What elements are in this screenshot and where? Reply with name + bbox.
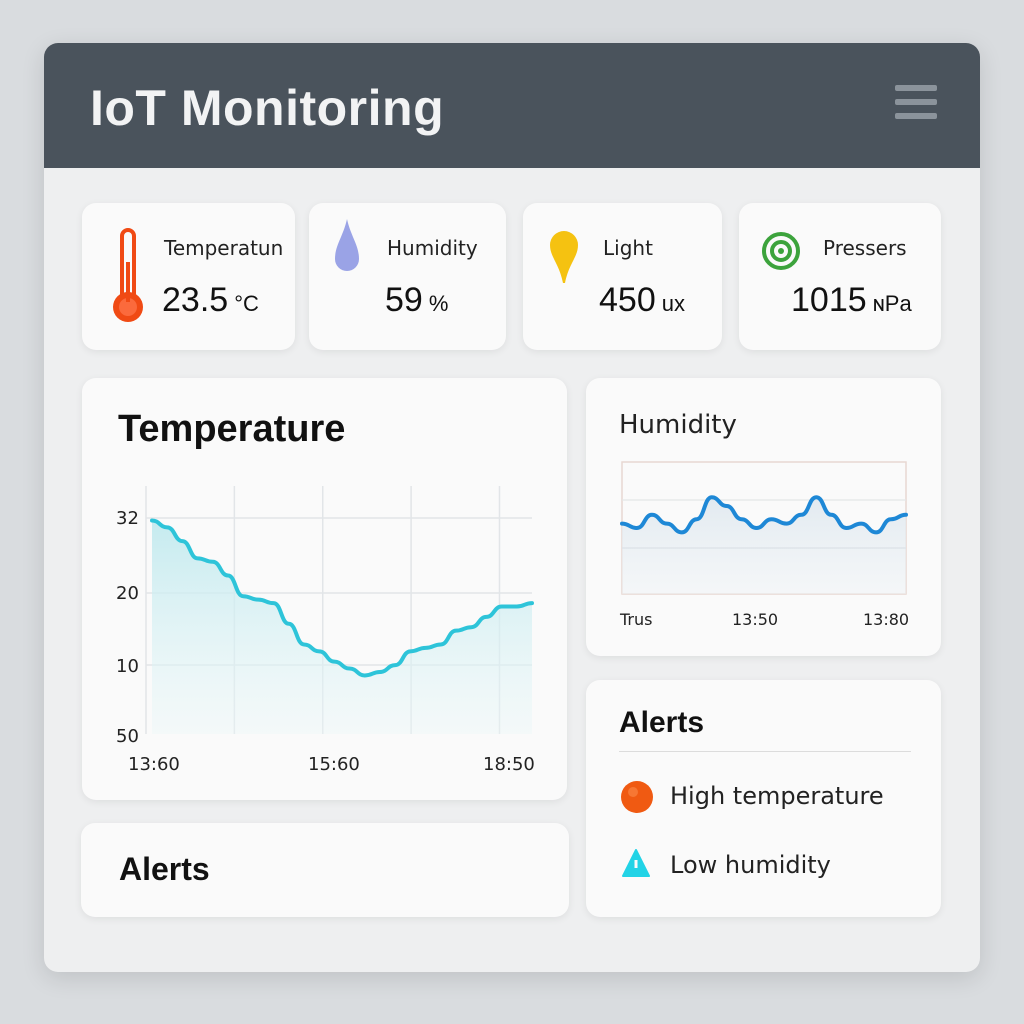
x-tick-label: 15:60 [308, 754, 360, 775]
x-tick-label: 13:80 [863, 610, 909, 629]
alerts-title: Alerts [619, 706, 705, 739]
metric-value: 59% [385, 281, 449, 319]
y-tick-label: 50 [116, 726, 139, 747]
x-tick-label: 18:50 [483, 754, 535, 775]
metric-value: 450 ux [599, 281, 685, 319]
alert-item-text[interactable]: Low humidity [670, 851, 831, 879]
droplet-icon [335, 219, 359, 271]
metric-label: Light [603, 236, 653, 260]
temperature-chart-card: Temperature 32 20 10 50 13:60 15:60 18:50 [82, 378, 567, 800]
humidity-area [622, 497, 906, 594]
header-bar: IoT Monitoring [44, 43, 980, 168]
x-tick-label: 13:60 [128, 754, 180, 775]
alert-triangle-icon [622, 849, 650, 877]
alert-item-text[interactable]: High temperature [670, 782, 884, 810]
metric-label: Humidity [387, 236, 478, 260]
alerts-title: Alerts [119, 851, 210, 887]
metric-label: Pressers [823, 236, 907, 260]
humidity-chart-card: Humidity Trus 13:50 13:80 [586, 378, 941, 656]
hamburger-menu-icon[interactable] [895, 85, 937, 127]
metric-value: 1015 ɴPa [791, 281, 912, 319]
metric-card-pressure[interactable]: Pressers 1015 ɴPa [739, 203, 941, 350]
gauge-icon [762, 232, 800, 270]
thermometer-icon [113, 228, 143, 322]
divider [619, 751, 911, 752]
light-bulb-icon [550, 231, 578, 283]
y-tick-label: 20 [116, 583, 139, 604]
metric-card-light[interactable]: Light 450 ux [523, 203, 722, 350]
alerts-panel-right: Alerts High temperature Low humidity [586, 680, 941, 917]
metric-value: 23.5 °C [162, 281, 259, 319]
y-tick-label: 32 [116, 508, 139, 529]
humidity-chart: Trus 13:50 13:80 [619, 461, 909, 629]
x-tick-label: 13:50 [732, 610, 778, 629]
metric-card-temperature[interactable]: Temperatun 23.5 °C [82, 203, 295, 350]
x-tick-label: Trus [619, 610, 652, 629]
alerts-panel-left[interactable]: Alerts [81, 823, 569, 917]
metric-label: Temperatun [164, 236, 284, 260]
alert-circle-icon [621, 781, 653, 813]
temperature-chart: 32 20 10 50 13:60 15:60 18:50 [116, 486, 535, 775]
y-tick-label: 10 [116, 656, 139, 677]
metric-card-humidity[interactable]: Humidity 59% [309, 203, 506, 350]
app-title: IoT Monitoring [90, 80, 445, 136]
